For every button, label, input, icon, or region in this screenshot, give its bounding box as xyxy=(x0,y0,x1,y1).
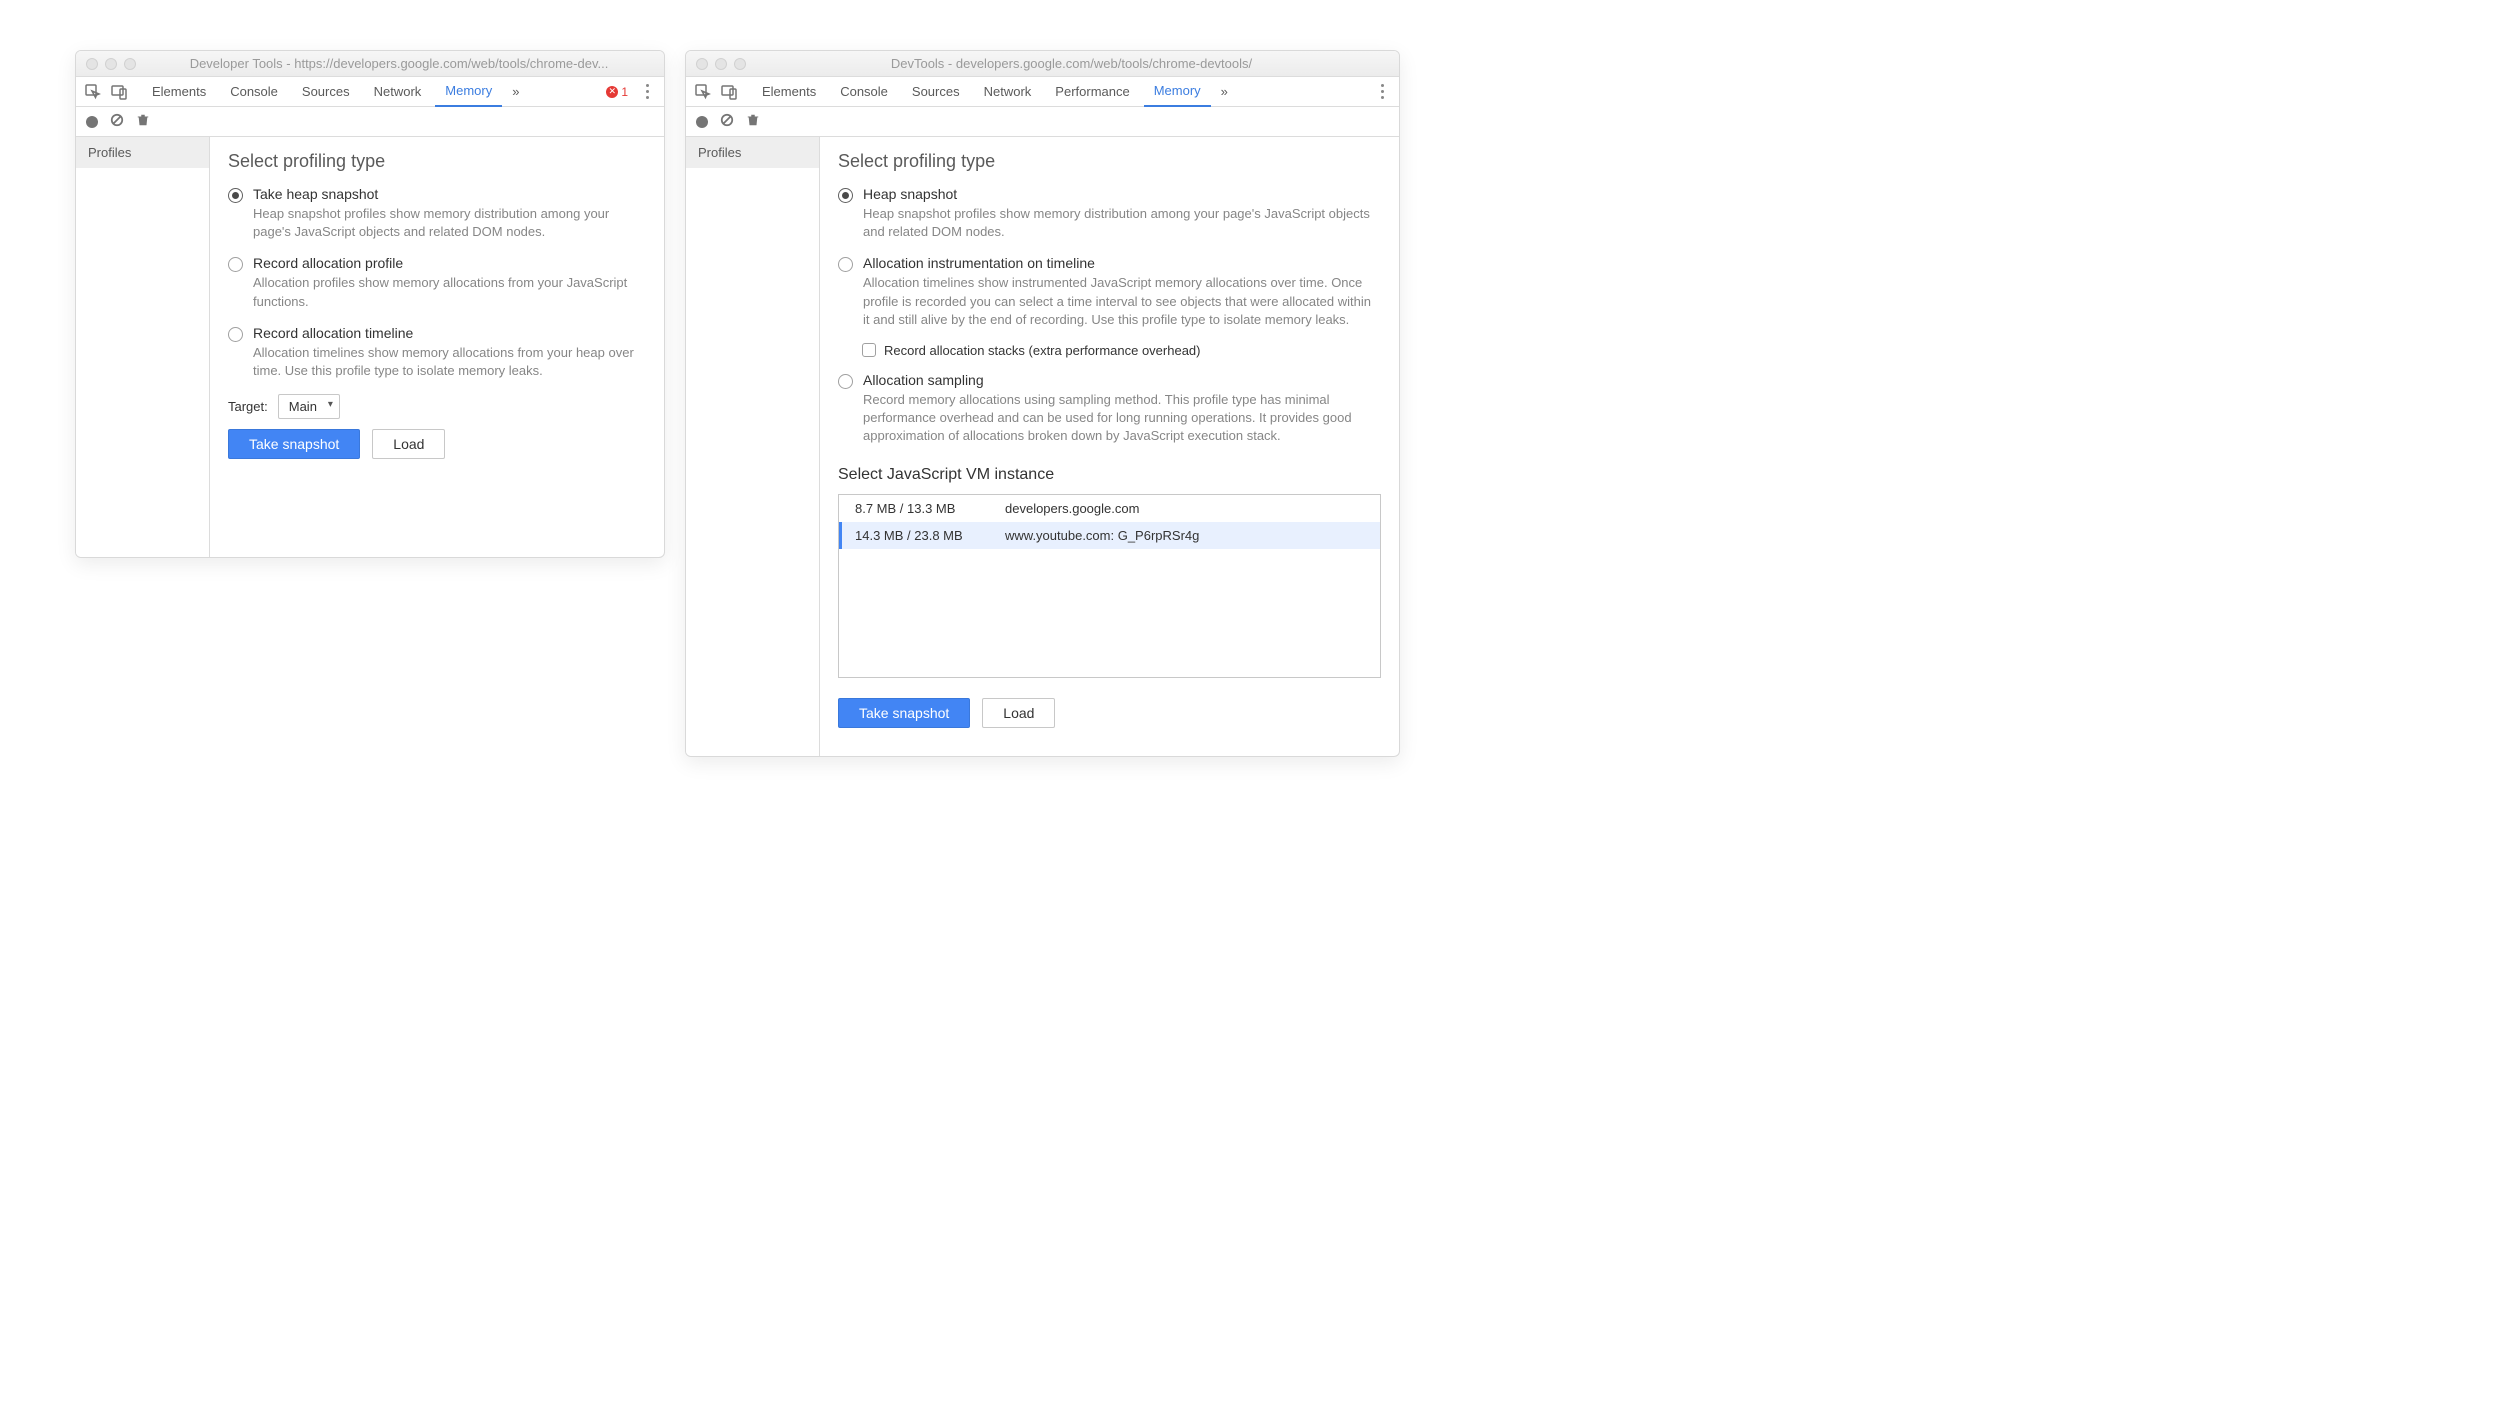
vm-heading: Select JavaScript VM instance xyxy=(838,466,1381,484)
option-heap-snapshot[interactable]: Heap snapshot Heap snapshot profiles sho… xyxy=(838,186,1381,241)
error-indicator[interactable]: ✕ 1 xyxy=(600,85,634,99)
traffic-min-icon[interactable] xyxy=(105,58,117,70)
sidebar-item-profiles[interactable]: Profiles xyxy=(76,137,209,168)
settings-menu-icon[interactable] xyxy=(1373,84,1391,99)
tab-elements[interactable]: Elements xyxy=(142,77,216,107)
option-title: Heap snapshot xyxy=(863,186,1381,202)
traffic-lights xyxy=(696,58,746,70)
profiling-heading: Select profiling type xyxy=(228,151,646,172)
profiles-sidebar: Profiles xyxy=(76,137,210,557)
trash-icon[interactable] xyxy=(136,113,150,130)
tab-sources[interactable]: Sources xyxy=(292,77,360,107)
profiles-sidebar: Profiles xyxy=(686,137,820,756)
panel-tabs: Elements Console Sources Network Perform… xyxy=(686,77,1399,107)
option-desc: Heap snapshot profiles show memory distr… xyxy=(863,205,1381,241)
tab-console[interactable]: Console xyxy=(220,77,288,107)
record-icon[interactable] xyxy=(86,116,98,128)
error-icon: ✕ xyxy=(606,86,618,98)
load-button[interactable]: Load xyxy=(372,429,445,459)
tab-memory[interactable]: Memory xyxy=(1144,77,1211,107)
radio-icon[interactable] xyxy=(228,257,243,272)
sidebar-item-profiles[interactable]: Profiles xyxy=(686,137,819,168)
trash-icon[interactable] xyxy=(746,113,760,130)
panel-tabs: Elements Console Sources Network Memory … xyxy=(76,77,664,107)
window-title: DevTools - developers.google.com/web/too… xyxy=(754,56,1389,71)
checkbox-icon[interactable] xyxy=(862,343,876,357)
memory-panel: Select profiling type Heap snapshot Heap… xyxy=(820,137,1399,756)
devtools-window-new: DevTools - developers.google.com/web/too… xyxy=(685,50,1400,757)
memory-toolbar xyxy=(686,107,1399,137)
vm-row[interactable]: 14.3 MB / 23.8 MB www.youtube.com: G_P6r… xyxy=(839,522,1380,549)
option-title: Record allocation profile xyxy=(253,255,646,271)
titlebar: DevTools - developers.google.com/web/too… xyxy=(686,51,1399,77)
vm-origin: developers.google.com xyxy=(1005,501,1139,516)
take-snapshot-button[interactable]: Take snapshot xyxy=(228,429,360,459)
tab-sources[interactable]: Sources xyxy=(902,77,970,107)
option-desc: Allocation timelines show instrumented J… xyxy=(863,274,1381,329)
device-toolbar-icon[interactable] xyxy=(720,83,738,101)
profiling-heading: Select profiling type xyxy=(838,151,1381,172)
option-heap-snapshot[interactable]: Take heap snapshot Heap snapshot profile… xyxy=(228,186,646,241)
clear-icon[interactable] xyxy=(110,113,124,130)
traffic-max-icon[interactable] xyxy=(734,58,746,70)
option-title: Record allocation timeline xyxy=(253,325,646,341)
tabs-overflow-icon[interactable]: » xyxy=(506,84,525,99)
option-allocation-profile[interactable]: Record allocation profile Allocation pro… xyxy=(228,255,646,310)
take-snapshot-button[interactable]: Take snapshot xyxy=(838,698,970,728)
tab-memory[interactable]: Memory xyxy=(435,77,502,107)
tabs-overflow-icon[interactable]: » xyxy=(1215,84,1234,99)
radio-icon[interactable] xyxy=(838,188,853,203)
option-desc: Record memory allocations using sampling… xyxy=(863,391,1381,446)
traffic-close-icon[interactable] xyxy=(86,58,98,70)
vm-row[interactable]: 8.7 MB / 13.3 MB developers.google.com xyxy=(839,495,1380,522)
radio-icon[interactable] xyxy=(228,188,243,203)
record-icon[interactable] xyxy=(696,116,708,128)
option-allocation-timeline[interactable]: Allocation instrumentation on timeline A… xyxy=(838,255,1381,329)
target-label: Target: xyxy=(228,399,268,414)
device-toolbar-icon[interactable] xyxy=(110,83,128,101)
traffic-max-icon[interactable] xyxy=(124,58,136,70)
target-select[interactable]: Main xyxy=(278,394,340,419)
target-row: Target: Main xyxy=(228,394,646,419)
clear-icon[interactable] xyxy=(720,113,734,130)
tab-performance[interactable]: Performance xyxy=(1045,77,1139,107)
option-allocation-sampling[interactable]: Allocation sampling Record memory alloca… xyxy=(838,372,1381,446)
tab-elements[interactable]: Elements xyxy=(752,77,826,107)
memory-toolbar xyxy=(76,107,664,137)
tab-network[interactable]: Network xyxy=(364,77,432,107)
window-title: Developer Tools - https://developers.goo… xyxy=(144,56,654,71)
traffic-lights xyxy=(86,58,136,70)
option-title: Take heap snapshot xyxy=(253,186,646,202)
vm-memory: 14.3 MB / 23.8 MB xyxy=(855,528,1005,543)
tab-console[interactable]: Console xyxy=(830,77,898,107)
vm-empty-space xyxy=(839,549,1380,677)
memory-panel: Select profiling type Take heap snapshot… xyxy=(210,137,664,557)
traffic-min-icon[interactable] xyxy=(715,58,727,70)
record-stacks-checkbox-row[interactable]: Record allocation stacks (extra performa… xyxy=(862,343,1381,358)
devtools-window-old: Developer Tools - https://developers.goo… xyxy=(75,50,665,558)
option-title: Allocation instrumentation on timeline xyxy=(863,255,1381,271)
option-title: Allocation sampling xyxy=(863,372,1381,388)
option-desc: Allocation profiles show memory allocati… xyxy=(253,274,646,310)
radio-icon[interactable] xyxy=(838,257,853,272)
option-desc: Heap snapshot profiles show memory distr… xyxy=(253,205,646,241)
traffic-close-icon[interactable] xyxy=(696,58,708,70)
load-button[interactable]: Load xyxy=(982,698,1055,728)
radio-icon[interactable] xyxy=(838,374,853,389)
vm-origin: www.youtube.com: G_P6rpRSr4g xyxy=(1005,528,1199,543)
option-allocation-timeline[interactable]: Record allocation timeline Allocation ti… xyxy=(228,325,646,380)
vm-instance-list: 8.7 MB / 13.3 MB developers.google.com 1… xyxy=(838,494,1381,678)
inspect-icon[interactable] xyxy=(694,83,712,101)
vm-memory: 8.7 MB / 13.3 MB xyxy=(855,501,1005,516)
radio-icon[interactable] xyxy=(228,327,243,342)
settings-menu-icon[interactable] xyxy=(638,84,656,99)
option-desc: Allocation timelines show memory allocat… xyxy=(253,344,646,380)
checkbox-label: Record allocation stacks (extra performa… xyxy=(884,343,1200,358)
error-count: 1 xyxy=(621,85,628,99)
tab-network[interactable]: Network xyxy=(974,77,1042,107)
titlebar: Developer Tools - https://developers.goo… xyxy=(76,51,664,77)
inspect-icon[interactable] xyxy=(84,83,102,101)
